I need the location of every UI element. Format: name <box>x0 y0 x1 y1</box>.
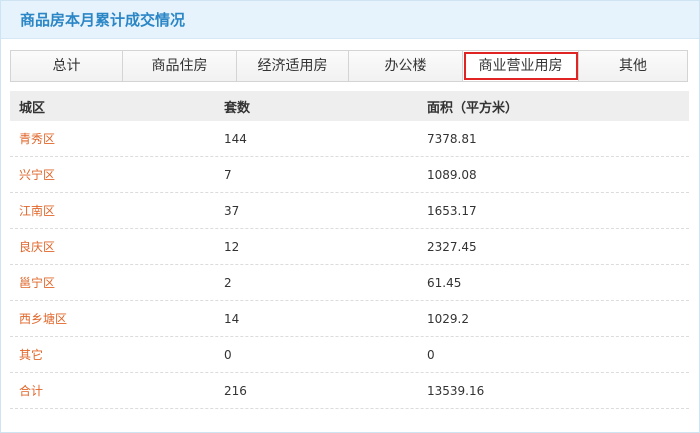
tab-affordable-housing[interactable]: 经济适用房 <box>237 51 349 81</box>
tab-other[interactable]: 其他 <box>579 51 687 81</box>
column-header-units: 套数 <box>224 100 251 116</box>
units-cell: 37 <box>224 203 240 218</box>
table-row: 青秀区 144 7378.81 <box>10 121 689 157</box>
panel-header: 商品房本月累计成交情况 <box>1 1 699 39</box>
area-cell: 2327.45 <box>427 239 477 254</box>
category-tabs: 总计 商品住房 经济适用房 办公楼 商业营业用房 其他 <box>10 50 688 82</box>
area-cell: 61.45 <box>427 275 462 290</box>
table-row-total: 合计 216 13539.16 <box>10 373 689 409</box>
tab-commercial-business[interactable]: 商业营业用房 <box>463 51 579 81</box>
tab-total[interactable]: 总计 <box>11 51 123 81</box>
table-header: 城区 套数 面积（平方米） <box>10 91 689 121</box>
units-cell: 144 <box>224 131 247 146</box>
district-link[interactable]: 江南区 <box>19 204 55 218</box>
area-cell: 1029.2 <box>427 311 469 326</box>
units-cell: 0 <box>224 347 232 362</box>
table-row: 其它 0 0 <box>10 337 689 373</box>
table-row: 江南区 37 1653.17 <box>10 193 689 229</box>
table-row: 良庆区 12 2327.45 <box>10 229 689 265</box>
units-cell: 12 <box>224 239 240 254</box>
district-link[interactable]: 西乡塘区 <box>19 312 67 326</box>
district-link[interactable]: 青秀区 <box>19 132 55 146</box>
column-header-district: 城区 <box>19 100 46 116</box>
table-row: 兴宁区 7 1089.08 <box>10 157 689 193</box>
tab-office[interactable]: 办公楼 <box>349 51 463 81</box>
units-total-cell: 216 <box>224 383 247 398</box>
district-link[interactable]: 邕宁区 <box>19 276 55 290</box>
area-cell: 7378.81 <box>427 131 477 146</box>
total-label: 合计 <box>19 384 44 398</box>
panel-title: 商品房本月累计成交情况 <box>20 11 186 29</box>
column-header-area: 面积（平方米） <box>427 100 519 116</box>
table-row: 邕宁区 2 61.45 <box>10 265 689 301</box>
district-link[interactable]: 兴宁区 <box>19 168 55 182</box>
area-cell: 1653.17 <box>427 203 477 218</box>
district-link[interactable]: 其它 <box>19 348 43 362</box>
units-cell: 14 <box>224 311 240 326</box>
tab-commercial-housing[interactable]: 商品住房 <box>123 51 237 81</box>
deal-table: 城区 套数 面积（平方米） 青秀区 144 7378.81 兴宁区 7 1089… <box>10 91 689 409</box>
area-cell: 1089.08 <box>427 167 477 182</box>
district-link[interactable]: 良庆区 <box>19 240 55 254</box>
area-total-cell: 13539.16 <box>427 383 485 398</box>
deal-summary-panel: 商品房本月累计成交情况 总计 商品住房 经济适用房 办公楼 商业营业用房 其他 … <box>0 0 700 433</box>
units-cell: 2 <box>224 275 232 290</box>
table-row: 西乡塘区 14 1029.2 <box>10 301 689 337</box>
units-cell: 7 <box>224 167 232 182</box>
area-cell: 0 <box>427 347 435 362</box>
